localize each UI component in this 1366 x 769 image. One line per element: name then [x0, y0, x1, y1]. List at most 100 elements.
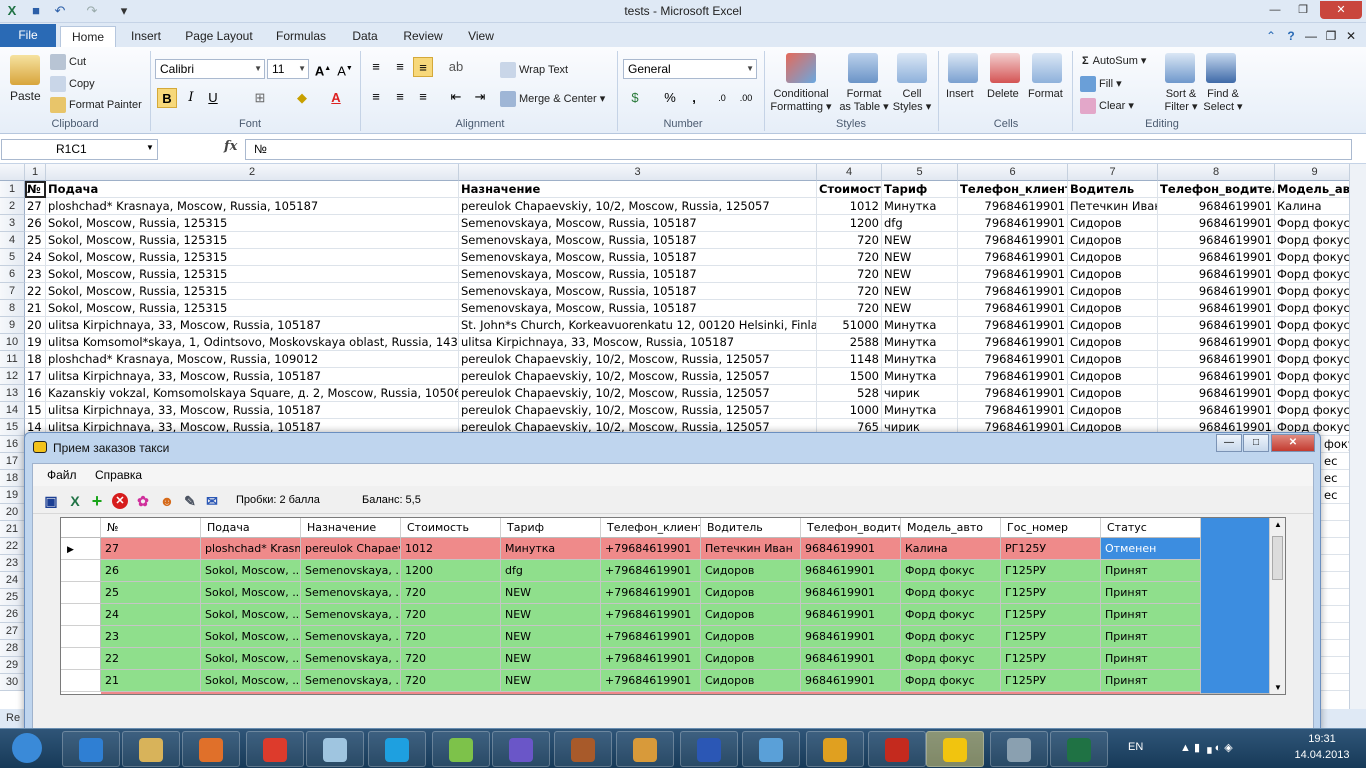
sheet-cell[interactable]: 720	[817, 266, 882, 283]
grid-cell[interactable]: 9684619901	[801, 626, 901, 648]
align-right-icon[interactable]: ≡	[413, 87, 433, 107]
sheet-cell[interactable]: 9684619901	[1158, 300, 1275, 317]
grid-cell[interactable]: Sokol, Moscow, ...	[201, 560, 301, 582]
decrease-decimal-icon[interactable]: .00	[736, 88, 756, 108]
name-box[interactable]: R1C1	[1, 139, 158, 160]
sheet-cell[interactable]: Форд фокус	[1275, 300, 1355, 317]
row-header[interactable]: 11	[0, 351, 25, 368]
sheet-cell[interactable]: 79684619901	[958, 317, 1068, 334]
select-all-corner[interactable]	[0, 164, 25, 181]
grid-row-selector[interactable]	[61, 626, 101, 648]
sheet-cell[interactable]: 79684619901	[958, 402, 1068, 419]
column-header[interactable]: 9	[1275, 164, 1355, 181]
media-player-taskbar-button[interactable]	[182, 731, 240, 767]
grid-cell[interactable]: ploshchad* Krasn...	[201, 538, 301, 560]
bold-button[interactable]: B	[157, 88, 177, 108]
grid-cell[interactable]: Форд фокус	[901, 582, 1001, 604]
sheet-cell[interactable]: Sokol, Moscow, Russia, 125315	[46, 249, 459, 266]
row-header[interactable]: 4	[0, 232, 25, 249]
align-center-icon[interactable]: ≡	[390, 87, 410, 107]
row-header[interactable]: 5	[0, 249, 25, 266]
sheet-cell[interactable]: 720	[817, 283, 882, 300]
sheet-cell[interactable]: Стоимость	[817, 181, 882, 198]
winrar-taskbar-button[interactable]	[554, 731, 612, 767]
grid-cell[interactable]: Sokol, Moscow, ...	[201, 626, 301, 648]
grid-cell[interactable]: NEW	[501, 604, 601, 626]
sheet-cell[interactable]: pereulok Chapaevskiy, 10/2, Moscow, Russ…	[459, 368, 817, 385]
sheet-cell[interactable]: ulitsa Komsomol*skaya, 1, Odintsovo, Mos…	[46, 334, 459, 351]
sheet-cell[interactable]: 1000	[817, 402, 882, 419]
grid-cell[interactable]: 9684619901	[801, 538, 901, 560]
grid-cell[interactable]: NEW	[501, 582, 601, 604]
sheet-cell[interactable]: Semenovskaya, Moscow, Russia, 105187	[459, 215, 817, 232]
delete-button[interactable]: Delete	[987, 88, 1019, 100]
sheet-cell[interactable]: pereulok Chapaevskiy, 10/2, Moscow, Russ…	[459, 198, 817, 215]
column-header[interactable]: 2	[46, 164, 459, 181]
grid-cell[interactable]: 9684619901	[801, 604, 901, 626]
help-icon[interactable]: ?	[1282, 26, 1300, 47]
grid-cell[interactable]: 26	[101, 560, 201, 582]
align-top-icon[interactable]: ≡	[366, 57, 386, 77]
sheet-cell[interactable]: 79684619901	[958, 266, 1068, 283]
sheet-cell[interactable]: 1200	[817, 215, 882, 232]
paste-button[interactable]: Paste	[10, 89, 41, 103]
grid-cell[interactable]: Форд фокус	[901, 560, 1001, 582]
grid-cell[interactable]: Сидоров	[701, 648, 801, 670]
grid-cell[interactable]: +79684619901	[601, 670, 701, 692]
grid-cell[interactable]: Форд фокус	[901, 626, 1001, 648]
sheet-cell[interactable]: Минутка	[882, 198, 958, 215]
sheet-cell[interactable]: ulitsa Kirpichnaya, 33, Moscow, Russia, …	[459, 334, 817, 351]
grid-cell[interactable]: Г125РУ	[1001, 604, 1101, 626]
grid-cell[interactable]: NEW	[501, 670, 601, 692]
grid-column-header[interactable]: Статус	[1101, 518, 1201, 538]
settings-gear-icon[interactable]: ✿	[135, 493, 151, 509]
row-header[interactable]: 12	[0, 368, 25, 385]
sheet-cell[interactable]: Сидоров	[1068, 300, 1158, 317]
row-header[interactable]: 25	[0, 589, 25, 606]
fill-button[interactable]: Fill ▾	[1080, 76, 1122, 92]
grid-cell[interactable]: 720	[401, 626, 501, 648]
sheet-cell[interactable]: 79684619901	[958, 351, 1068, 368]
sheet-cell[interactable]: Sokol, Moscow, Russia, 125315	[46, 300, 459, 317]
sheet-cell[interactable]: 79684619901	[958, 198, 1068, 215]
sheet-cell[interactable]: Semenovskaya, Moscow, Russia, 105187	[459, 232, 817, 249]
grid-column-header[interactable]: Гос_номер	[1001, 518, 1101, 538]
grid-scrollbar[interactable]: ▲ ▼	[1269, 518, 1285, 694]
tray-icons[interactable]: ▲ ▮ ▗ ◐ ◈	[1180, 741, 1233, 754]
sheet-cell[interactable]: 25	[25, 232, 46, 249]
grid-column-header[interactable]: Модель_авто	[901, 518, 1001, 538]
grid-cell[interactable]: 720	[401, 670, 501, 692]
grid-cell[interactable]: Минутка	[501, 538, 601, 560]
sheet-cell[interactable]: 79684619901	[958, 334, 1068, 351]
row-header[interactable]: 15	[0, 419, 25, 436]
sheet-cell[interactable]: 1148	[817, 351, 882, 368]
format-painter-button[interactable]: Format Painter	[50, 97, 142, 113]
sheet-cell[interactable]: Sokol, Moscow, Russia, 125315	[46, 266, 459, 283]
grid-cell[interactable]: pereulok Chapaev...	[301, 538, 401, 560]
sheet-cell[interactable]: Сидоров	[1068, 266, 1158, 283]
column-header[interactable]: 7	[1068, 164, 1158, 181]
tab-data[interactable]: Data	[346, 26, 384, 47]
grid-cell[interactable]: Г125РУ	[1001, 670, 1101, 692]
sheet-cell[interactable]: Сидоров	[1068, 334, 1158, 351]
grid-cell[interactable]: 9684619901	[801, 648, 901, 670]
sheet-cell[interactable]: Форд фокус	[1275, 283, 1355, 300]
increase-decimal-icon[interactable]: .0	[712, 88, 732, 108]
sheet-cell[interactable]: Минутка	[882, 368, 958, 385]
sheet-cell[interactable]: 18	[25, 351, 46, 368]
sheet-cell[interactable]: 19	[25, 334, 46, 351]
grid-column-header[interactable]: Подача	[201, 518, 301, 538]
scroll-down-icon[interactable]: ▼	[1274, 683, 1282, 692]
row-header[interactable]: 19	[0, 487, 25, 504]
orientation-icon[interactable]: ab	[446, 57, 466, 77]
grid-row-selector[interactable]: ▶	[61, 538, 101, 560]
sheet-cell[interactable]: Телефон_водителя	[1158, 181, 1275, 198]
wrap-text-button[interactable]: Wrap Text	[500, 62, 568, 78]
grid-cell[interactable]: Принят	[1101, 582, 1201, 604]
sheet-cell[interactable]: Минутка	[882, 402, 958, 419]
grid-cell[interactable]: 720	[401, 648, 501, 670]
sheet-cell[interactable]: 79684619901	[958, 283, 1068, 300]
grid-cell[interactable]: 720	[401, 604, 501, 626]
grid-column-header[interactable]: №	[101, 518, 201, 538]
sheet-cell[interactable]: 9684619901	[1158, 402, 1275, 419]
